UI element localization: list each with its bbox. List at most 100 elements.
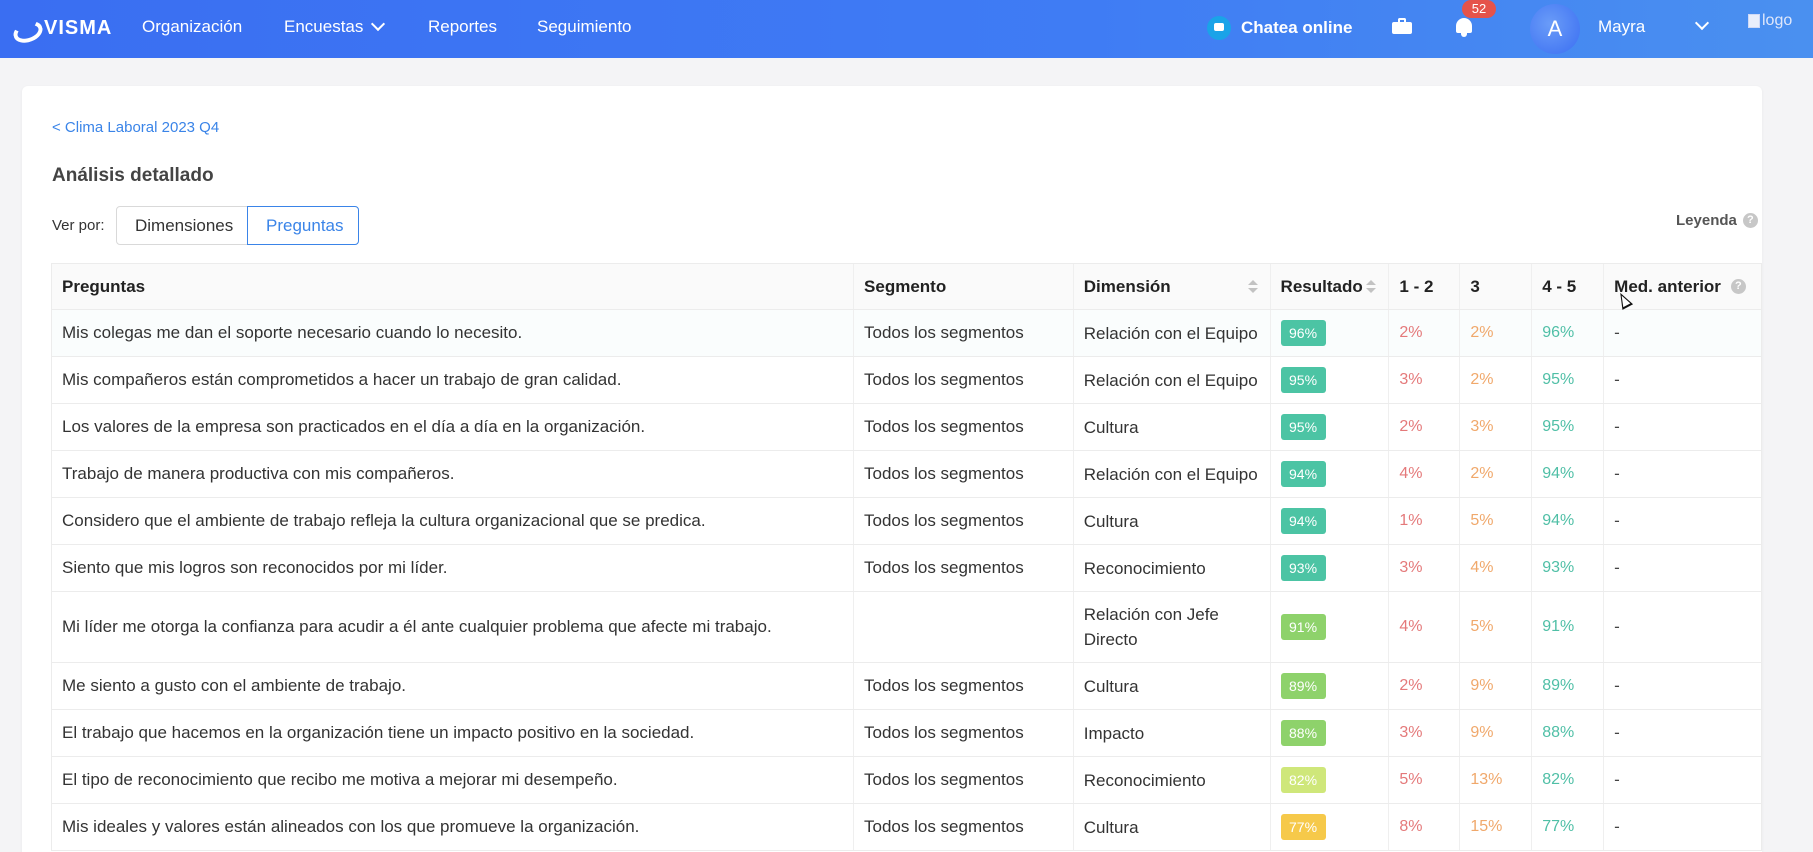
- nav-item-encuestas[interactable]: Encuestas: [284, 16, 386, 37]
- brand-text: VISMA: [44, 16, 113, 39]
- pct-1-2: 2%: [1389, 310, 1461, 356]
- pct-4-5: 91%: [1532, 592, 1605, 662]
- table-row[interactable]: Mis compañeros están comprometidos a hac…: [52, 357, 1761, 404]
- table-row[interactable]: Los valores de la empresa son practicado…: [52, 404, 1761, 451]
- chevron-down-icon: [371, 16, 386, 32]
- pct-4-5: 95%: [1532, 357, 1605, 403]
- result-badge: 91%: [1280, 614, 1326, 640]
- result-cell: 88%: [1271, 710, 1390, 756]
- sort-icon[interactable]: [1247, 280, 1258, 294]
- column-header-resultado[interactable]: Resultado: [1271, 264, 1390, 309]
- previous-average: -: [1614, 370, 1620, 389]
- segment-text: Todos los segmentos: [854, 404, 1074, 450]
- result-badge: 94%: [1280, 508, 1326, 534]
- nav-item-reportes[interactable]: Reportes: [428, 17, 497, 37]
- column-header-preguntas: Preguntas: [52, 264, 855, 309]
- column-header-segmento: Segmento: [854, 264, 1074, 309]
- question-text: Trabajo de manera productiva con mis com…: [52, 451, 855, 497]
- pct-4-5: 96%: [1532, 310, 1605, 356]
- briefcase-icon[interactable]: [1392, 18, 1412, 34]
- pct-1-2: 2%: [1389, 404, 1461, 450]
- result-cell: 89%: [1271, 663, 1390, 709]
- questions-table: Preguntas Segmento Dimensión Resultado 1…: [51, 263, 1762, 851]
- segment-text: Todos los segmentos: [854, 357, 1074, 403]
- dimension-text: Cultura: [1074, 663, 1271, 709]
- dimension-text: Relación con el Equipo: [1074, 357, 1271, 403]
- pct-1-2: 4%: [1389, 592, 1461, 662]
- visma-mark-icon: [12, 19, 38, 37]
- pct-1-2: 3%: [1389, 710, 1461, 756]
- column-header-4-5: 4 - 5: [1532, 264, 1605, 309]
- table-row[interactable]: Trabajo de manera productiva con mis com…: [52, 451, 1761, 498]
- result-badge: 95%: [1280, 414, 1326, 440]
- avatar[interactable]: A: [1530, 4, 1580, 54]
- question-text: Considero que el ambiente de trabajo ref…: [52, 498, 855, 544]
- question-text: Me siento a gusto con el ambiente de tra…: [52, 663, 855, 709]
- company-logo: logo: [1748, 12, 1792, 30]
- question-text: El trabajo que hacemos en la organizació…: [52, 710, 855, 756]
- pct-4-5: 89%: [1532, 663, 1605, 709]
- visma-logo[interactable]: VISMA: [12, 14, 112, 42]
- legend-label: Leyenda: [1676, 212, 1737, 229]
- page-title: Análisis detallado: [52, 165, 214, 186]
- segment-text: Todos los segmentos: [854, 310, 1074, 356]
- chat-online-button[interactable]: Chatea online: [1207, 14, 1352, 42]
- pct-3: 4%: [1460, 545, 1533, 591]
- result-cell: 95%: [1271, 404, 1390, 450]
- table-row[interactable]: Mi líder me otorga la confianza para acu…: [52, 592, 1761, 663]
- segment-text: Todos los segmentos: [854, 663, 1074, 709]
- segment-text: Todos los segmentos: [854, 710, 1074, 756]
- pct-3: 9%: [1460, 663, 1533, 709]
- nav-item-organizacion[interactable]: Organización: [142, 17, 242, 37]
- result-badge: 88%: [1280, 720, 1326, 746]
- pct-3: 5%: [1460, 498, 1533, 544]
- nav-item-encuestas-label: Encuestas: [284, 17, 364, 36]
- sort-icon[interactable]: [1366, 280, 1377, 294]
- help-icon[interactable]: ?: [1730, 279, 1746, 294]
- help-icon[interactable]: ?: [1742, 213, 1758, 228]
- segment-text: Todos los segmentos: [854, 498, 1074, 544]
- pct-3: 5%: [1460, 592, 1533, 662]
- nav-item-seguimiento[interactable]: Seguimiento: [537, 17, 632, 37]
- previous-average: -: [1614, 417, 1620, 436]
- table-row[interactable]: Me siento a gusto con el ambiente de tra…: [52, 663, 1761, 710]
- table-row[interactable]: Mis colegas me dan el soporte necesario …: [52, 310, 1761, 357]
- pct-4-5: 93%: [1532, 545, 1605, 591]
- user-menu-chevron-down-icon[interactable]: [1694, 15, 1710, 31]
- previous-average: -: [1614, 723, 1620, 742]
- legend-link[interactable]: Leyenda ?: [1676, 212, 1758, 229]
- previous-average: -: [1614, 676, 1620, 695]
- previous-average: -: [1614, 770, 1620, 789]
- top-navigation-bar: VISMA Organización Encuestas Reportes Se…: [0, 0, 1813, 58]
- table-header-row: Preguntas Segmento Dimensión Resultado 1…: [52, 263, 1761, 310]
- column-header-dimension[interactable]: Dimensión: [1074, 264, 1271, 309]
- dimension-text: Cultura: [1074, 498, 1271, 544]
- pct-4-5: 94%: [1532, 451, 1605, 497]
- table-row[interactable]: El trabajo que hacemos en la organizació…: [52, 710, 1761, 757]
- view-by-label: Ver por:: [52, 217, 105, 234]
- question-text: Los valores de la empresa son practicado…: [52, 404, 855, 450]
- breadcrumb-back-link[interactable]: < Clima Laboral 2023 Q4: [52, 119, 219, 136]
- pct-3: 2%: [1460, 357, 1533, 403]
- result-badge: 94%: [1280, 461, 1326, 487]
- column-header-med-anterior-label: Med. anterior: [1614, 276, 1721, 296]
- pct-3: 2%: [1460, 310, 1533, 356]
- table-row[interactable]: Considero que el ambiente de trabajo ref…: [52, 498, 1761, 545]
- pct-4-5: 77%: [1532, 804, 1605, 850]
- previous-average: -: [1614, 817, 1620, 836]
- result-badge: 82%: [1280, 767, 1326, 793]
- table-row[interactable]: Mis ideales y valores están alineados co…: [52, 804, 1761, 851]
- dimension-text: Cultura: [1074, 404, 1271, 450]
- table-row[interactable]: Siento que mis logros son reconocidos po…: [52, 545, 1761, 592]
- pct-3: 2%: [1460, 451, 1533, 497]
- user-name[interactable]: Mayra: [1598, 17, 1645, 37]
- pct-3: 13%: [1460, 757, 1533, 803]
- bell-icon[interactable]: [1454, 16, 1474, 38]
- pct-3: 3%: [1460, 404, 1533, 450]
- preguntas-toggle-button[interactable]: Preguntas: [247, 206, 359, 245]
- question-text: Mis colegas me dan el soporte necesario …: [52, 310, 855, 356]
- dimensiones-toggle-button[interactable]: Dimensiones: [116, 206, 248, 245]
- table-row[interactable]: El tipo de reconocimiento que recibo me …: [52, 757, 1761, 804]
- view-by-toggle: Dimensiones Preguntas: [116, 206, 359, 245]
- pct-1-2: 3%: [1389, 545, 1461, 591]
